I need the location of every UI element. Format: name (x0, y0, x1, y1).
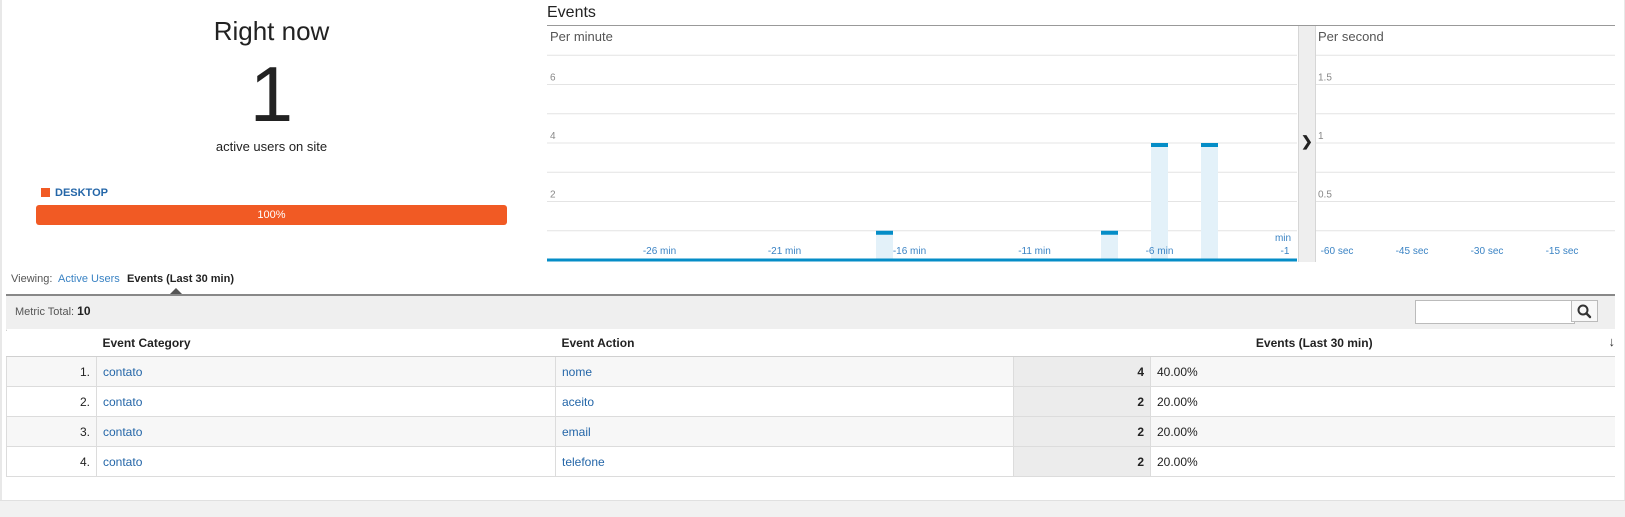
y-tick-label: 1 (1318, 131, 1324, 142)
events-chart: 2 4 6 -26 min -21 min -16 min -11 min -6 min -1 m… (547, 54, 1615, 262)
bottom-strip (0, 500, 1625, 517)
row-event-percent: 40.00% (1150, 356, 1615, 387)
row-index: 3. (6, 416, 97, 447)
event-bar (1101, 230, 1118, 260)
row-event-category[interactable]: contato (96, 446, 556, 477)
table-row: 3. contato email 2 20.00% (6, 416, 1615, 447)
header-event-category[interactable]: Event Category (96, 329, 556, 357)
row-index: 2. (6, 386, 97, 417)
x-tick-label: -15 sec (1546, 246, 1579, 257)
x-tick-label: -16 min (893, 246, 926, 257)
event-category-link[interactable]: contato (103, 425, 142, 439)
row-event-count: 2 (1013, 446, 1151, 477)
tab-active-users[interactable]: Active Users (58, 273, 120, 285)
row-event-percent: 20.00% (1150, 386, 1615, 417)
row-index: 4. (6, 446, 97, 477)
event-action-link[interactable]: aceito (562, 395, 594, 409)
event-bar (876, 230, 893, 260)
table-row: 1. contato nome 4 40.00% (6, 356, 1615, 387)
row-event-category[interactable]: contato (96, 416, 556, 447)
event-bar (1151, 143, 1168, 260)
row-event-percent: 20.00% (1150, 416, 1615, 447)
event-bar-cap (1201, 143, 1218, 147)
row-event-action[interactable]: email (555, 416, 1014, 447)
event-bar (1201, 143, 1218, 260)
search-button[interactable] (1571, 300, 1598, 322)
event-action-link[interactable]: email (562, 425, 591, 439)
event-category-link[interactable]: contato (103, 455, 142, 469)
y-tick-label: 6 (550, 73, 556, 84)
metric-bar (6, 294, 1615, 331)
events-table: Event Category Event Action Events (Last… (6, 329, 1615, 477)
x-tick-label: -1 (1281, 246, 1290, 257)
x-tick-label: -21 min (768, 246, 801, 257)
x-tick-label: -30 sec (1471, 246, 1504, 257)
x-unit-label: min (1275, 233, 1291, 244)
row-event-action[interactable]: aceito (555, 386, 1014, 417)
row-event-percent: 20.00% (1150, 446, 1615, 477)
row-event-category[interactable]: contato (96, 356, 556, 387)
metric-total-value: 10 (77, 304, 91, 318)
tab-events-last-30-min[interactable]: Events (Last 30 min) (127, 273, 234, 285)
row-event-count: 2 (1013, 386, 1151, 417)
row-event-count: 2 (1013, 416, 1151, 447)
x-tick-label: -26 min (643, 246, 676, 257)
row-event-count: 4 (1013, 356, 1151, 387)
event-category-link[interactable]: contato (103, 365, 142, 379)
event-bar-cap (876, 230, 893, 235)
x-tick-label: -45 sec (1396, 246, 1429, 257)
header-events-last-30-min[interactable]: Events (Last 30 min) (1013, 329, 1615, 357)
metric-total: Metric Total: 10 (15, 304, 91, 318)
y-tick-label: 1.5 (1318, 73, 1332, 84)
y-tick-label: 2 (550, 190, 556, 201)
row-event-action[interactable]: telefone (555, 446, 1014, 477)
x-tick-label: -6 min (1146, 246, 1174, 257)
table-header-row: Event Category Event Action Events (Last… (6, 329, 1615, 357)
table-row: 4. contato telefone 2 20.00% (6, 446, 1615, 477)
chevron-right-icon[interactable]: ❯ (1301, 133, 1313, 150)
table-row: 2. contato aceito 2 20.00% (6, 386, 1615, 417)
event-bar-cap (1101, 230, 1118, 235)
header-event-action[interactable]: Event Action (555, 329, 1014, 357)
x-tick-label: -60 sec (1321, 246, 1354, 257)
y-tick-label: 0.5 (1318, 190, 1332, 201)
row-event-category[interactable]: contato (96, 386, 556, 417)
row-index: 1. (6, 356, 97, 387)
event-bar-cap (1151, 143, 1168, 147)
metric-total-label: Metric Total: (15, 306, 75, 318)
search-icon (1577, 304, 1592, 319)
event-action-link[interactable]: nome (562, 365, 592, 379)
index-header (6, 329, 97, 357)
arrow-down-icon[interactable]: ↓ (1609, 334, 1616, 349)
y-tick-label: 4 (550, 131, 556, 142)
x-tick-label: -11 min (1018, 246, 1051, 257)
viewing-label: Viewing: (11, 273, 53, 285)
event-category-link[interactable]: contato (103, 395, 142, 409)
event-action-link[interactable]: telefone (562, 455, 605, 469)
table-search-input[interactable] (1415, 300, 1575, 324)
row-event-action[interactable]: nome (555, 356, 1014, 387)
